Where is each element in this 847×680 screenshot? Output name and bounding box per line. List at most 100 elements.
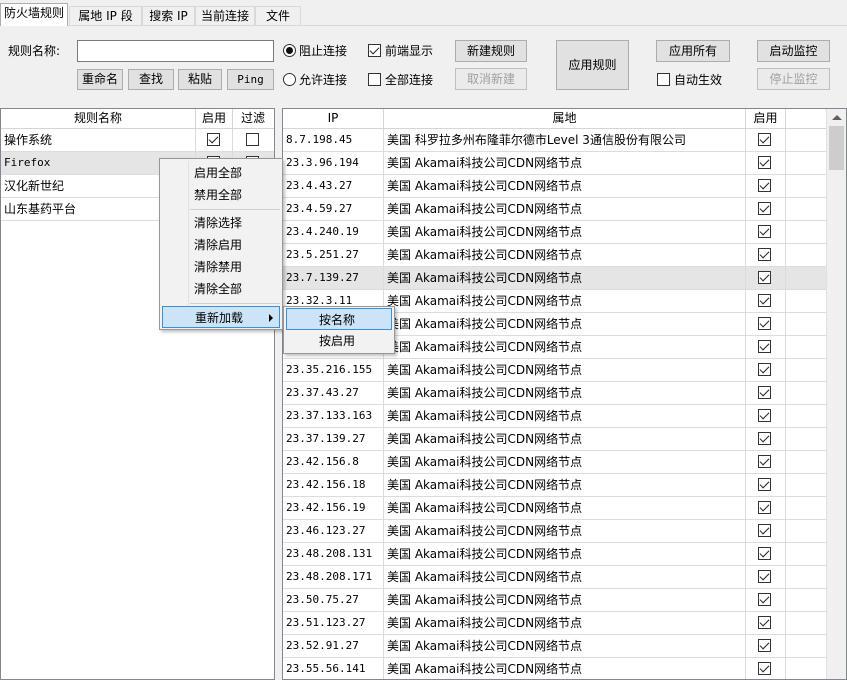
menu-clear-all[interactable]: 清除全部: [162, 278, 280, 300]
ip-enabled-checkbox[interactable]: [758, 524, 771, 537]
ip-enabled-checkbox[interactable]: [758, 248, 771, 261]
ip-enabled-checkbox[interactable]: [758, 409, 771, 422]
rename-button[interactable]: 重命名: [77, 69, 123, 90]
ip-enabled-checkbox[interactable]: [758, 455, 771, 468]
ip-enabled-cell: [746, 520, 786, 542]
stop-monitor-button[interactable]: 停止监控: [757, 68, 830, 90]
ip-enabled-checkbox[interactable]: [758, 179, 771, 192]
rules-col-enabled[interactable]: 启用: [196, 109, 233, 128]
ip-blank-cell: [786, 497, 826, 519]
ip-row[interactable]: 23.55.56.141 美国 Akamai科技公司CDN网络节点: [283, 658, 826, 679]
ip-cell: 23.4.240.19: [283, 221, 384, 243]
rule-enabled-checkbox[interactable]: [207, 133, 220, 146]
ip-enabled-cell: [746, 198, 786, 220]
tab-file[interactable]: 文件: [255, 6, 301, 26]
ip-enabled-checkbox[interactable]: [758, 202, 771, 215]
all-connections-checkbox[interactable]: [368, 73, 381, 86]
new-rule-button[interactable]: 新建规则: [455, 40, 527, 62]
location-cell: 美国 Akamai科技公司CDN网络节点: [384, 405, 746, 427]
tab-region-ip[interactable]: 属地 IP 段: [69, 6, 142, 26]
ip-row[interactable]: 23.42.156.19 美国 Akamai科技公司CDN网络节点: [283, 497, 826, 520]
ip-row[interactable]: 23.48.208.131 美国 Akamai科技公司CDN网络节点: [283, 543, 826, 566]
paste-button[interactable]: 粘贴: [178, 69, 222, 90]
ip-row[interactable]: 23.35.216.155 美国 Akamai科技公司CDN网络节点: [283, 359, 826, 382]
ip-enabled-checkbox[interactable]: [758, 133, 771, 146]
location-cell: 美国 Akamai科技公司CDN网络节点: [384, 198, 746, 220]
rule-filter-checkbox[interactable]: [246, 133, 259, 146]
menu-enable-all[interactable]: 启用全部: [162, 162, 280, 184]
find-button[interactable]: 查找: [128, 69, 174, 90]
ip-row[interactable]: 23.48.208.171 美国 Akamai科技公司CDN网络节点: [283, 566, 826, 589]
ip-row[interactable]: 23.4.59.27 美国 Akamai科技公司CDN网络节点: [283, 198, 826, 221]
start-monitor-button[interactable]: 启动监控: [757, 40, 830, 62]
ip-grid-scrollbar[interactable]: [826, 109, 846, 679]
ip-enabled-checkbox[interactable]: [758, 225, 771, 238]
tab-firewall-rules[interactable]: 防火墙规则: [0, 3, 68, 26]
ip-row[interactable]: 23.46.123.27 美国 Akamai科技公司CDN网络节点: [283, 520, 826, 543]
tab-current-connections[interactable]: 当前连接: [195, 6, 255, 26]
auto-effect-checkbox[interactable]: [657, 73, 670, 86]
ip-row[interactable]: 23.42.156.8 美国 Akamai科技公司CDN网络节点: [283, 451, 826, 474]
ip-enabled-checkbox[interactable]: [758, 156, 771, 169]
ip-enabled-checkbox[interactable]: [758, 616, 771, 629]
ip-enabled-checkbox[interactable]: [758, 317, 771, 330]
submenu-by-enabled[interactable]: 按启用: [286, 330, 392, 352]
ip-enabled-checkbox[interactable]: [758, 593, 771, 606]
ip-enabled-checkbox[interactable]: [758, 478, 771, 491]
cancel-new-button[interactable]: 取消新建: [455, 68, 527, 90]
ip-row[interactable]: 8.7.198.45 美国 科罗拉多州布隆菲尔德市Level 3通信股份有限公司: [283, 129, 826, 152]
menu-reload[interactable]: 重新加载: [162, 306, 280, 328]
ip-enabled-checkbox[interactable]: [758, 294, 771, 307]
ip-enabled-checkbox[interactable]: [758, 570, 771, 583]
rules-col-name[interactable]: 规则名称: [1, 109, 196, 128]
allow-connection-radio[interactable]: [283, 73, 296, 86]
ip-enabled-checkbox[interactable]: [758, 386, 771, 399]
ping-button[interactable]: Ping: [227, 69, 274, 90]
front-display-checkbox[interactable]: [368, 44, 381, 57]
ip-cell: 23.42.156.19: [283, 497, 384, 519]
rule-row[interactable]: 操作系统: [1, 129, 274, 152]
ip-blank-cell: [786, 566, 826, 588]
tab-search-ip[interactable]: 搜索 IP: [142, 6, 195, 26]
ip-row[interactable]: 23.37.133.163 美国 Akamai科技公司CDN网络节点: [283, 405, 826, 428]
ip-row[interactable]: 23.4.240.19 美国 Akamai科技公司CDN网络节点: [283, 221, 826, 244]
ip-row[interactable]: 23.37.139.27 美国 Akamai科技公司CDN网络节点: [283, 428, 826, 451]
ip-row[interactable]: 23.42.156.18 美国 Akamai科技公司CDN网络节点: [283, 474, 826, 497]
apply-rule-button[interactable]: 应用规则: [556, 40, 629, 90]
rule-name-input[interactable]: [77, 40, 274, 62]
scroll-up-arrow-icon[interactable]: [832, 115, 842, 120]
ip-row[interactable]: 23.4.43.27 美国 Akamai科技公司CDN网络节点: [283, 175, 826, 198]
ip-col-ip[interactable]: IP: [283, 109, 384, 128]
menu-clear-selection[interactable]: 清除选择: [162, 212, 280, 234]
ip-col-location[interactable]: 属地: [384, 109, 746, 128]
allow-connection-label: 允许连接: [299, 73, 348, 87]
ip-row[interactable]: 23.51.123.27 美国 Akamai科技公司CDN网络节点: [283, 612, 826, 635]
ip-enabled-checkbox[interactable]: [758, 363, 771, 376]
rules-col-filter[interactable]: 过滤: [233, 109, 273, 128]
ip-cell: 23.42.156.18: [283, 474, 384, 496]
ip-row[interactable]: 23.52.91.27 美国 Akamai科技公司CDN网络节点: [283, 635, 826, 658]
ip-row[interactable]: 23.7.139.27 美国 Akamai科技公司CDN网络节点: [283, 267, 826, 290]
menu-clear-disabled[interactable]: 清除禁用: [162, 256, 280, 278]
ip-enabled-checkbox[interactable]: [758, 271, 771, 284]
ip-enabled-checkbox[interactable]: [758, 547, 771, 560]
apply-all-button[interactable]: 应用所有: [656, 40, 730, 62]
submenu-by-name[interactable]: 按名称: [286, 308, 392, 330]
ip-row[interactable]: 23.3.96.194 美国 Akamai科技公司CDN网络节点: [283, 152, 826, 175]
ip-enabled-checkbox[interactable]: [758, 639, 771, 652]
rule-name-cell: 操作系统: [1, 129, 196, 151]
menu-disable-all[interactable]: 禁用全部: [162, 184, 280, 206]
ip-row[interactable]: 23.37.43.27 美国 Akamai科技公司CDN网络节点: [283, 382, 826, 405]
ip-blank-cell: [786, 382, 826, 404]
ip-row[interactable]: 23.50.75.27 美国 Akamai科技公司CDN网络节点: [283, 589, 826, 612]
scroll-thumb[interactable]: [829, 126, 844, 170]
ip-enabled-checkbox[interactable]: [758, 432, 771, 445]
menu-clear-enabled[interactable]: 清除启用: [162, 234, 280, 256]
ip-enabled-checkbox[interactable]: [758, 501, 771, 514]
location-cell: 美国 Akamai科技公司CDN网络节点: [384, 336, 746, 358]
ip-row[interactable]: 23.5.251.27 美国 Akamai科技公司CDN网络节点: [283, 244, 826, 267]
ip-enabled-checkbox[interactable]: [758, 340, 771, 353]
block-connection-radio[interactable]: [283, 44, 296, 57]
ip-enabled-checkbox[interactable]: [758, 662, 771, 675]
ip-col-enabled[interactable]: 启用: [746, 109, 786, 128]
